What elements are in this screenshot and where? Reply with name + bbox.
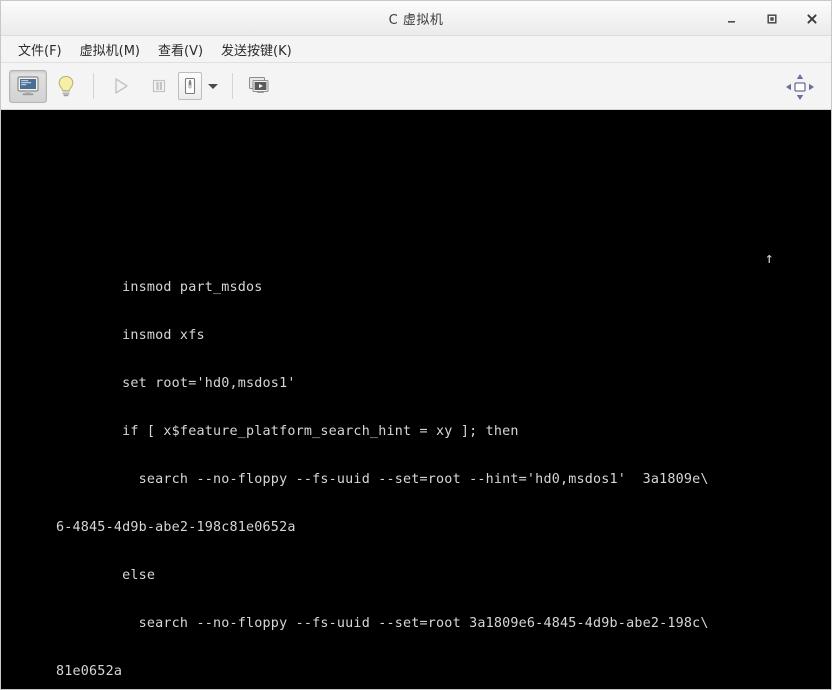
pause-icon	[152, 79, 166, 93]
details-view-button[interactable]	[47, 70, 85, 103]
grub-edit-screen: ↑ insmod part_msdos insmod xfs set root=…	[1, 110, 831, 689]
console-line: insmod xfs	[56, 328, 205, 343]
console-line: search --no-floppy --fs-uuid --set=root …	[56, 616, 709, 631]
lightbulb-icon	[58, 75, 74, 97]
page-title: C 虚拟机	[388, 12, 444, 28]
maximize-button[interactable]	[761, 8, 783, 30]
monitor-icon	[17, 76, 39, 96]
menu-virtual-machine[interactable]: 虚拟机(M)	[71, 37, 149, 62]
chevron-down-icon	[208, 84, 218, 89]
snapshots-button[interactable]	[241, 70, 279, 103]
toolbar-right-group	[781, 63, 819, 110]
console-line: 81e0652a	[56, 664, 123, 679]
toolbar	[1, 63, 831, 110]
console-view-button[interactable]	[9, 69, 47, 103]
console-line: 6-4845-4d9b-abe2-198c81e0652a	[56, 520, 296, 535]
fullscreen-button[interactable]	[781, 70, 819, 103]
menu-bar: 文件(F) 虚拟机(M) 查看(V) 发送按键(K)	[1, 36, 831, 63]
console-line: set root='hd0,msdos1'	[56, 376, 296, 391]
pause-button[interactable]	[140, 70, 178, 103]
console-line: search --no-floppy --fs-uuid --set=root …	[56, 472, 709, 487]
maximize-icon	[767, 13, 777, 24]
virt-manager-window: C 虚拟机 文件(F) 虚拟机(M) 查看(V) 发送按键(K) ↑ insmo…	[0, 0, 832, 690]
menu-send-key[interactable]: 发送按键(K)	[212, 37, 301, 62]
console-line: else	[56, 568, 156, 583]
scroll-up-indicator: ↑	[764, 249, 774, 267]
console-text: insmod part_msdos insmod xfs set root='h…	[56, 248, 709, 689]
menu-view[interactable]: 查看(V)	[149, 37, 212, 62]
fullscreen-arrows-icon	[786, 73, 814, 100]
minimize-icon	[728, 20, 735, 23]
menu-file[interactable]: 文件(F)	[9, 37, 71, 62]
shutdown-dropdown[interactable]	[202, 70, 224, 103]
title-bar[interactable]: C 虚拟机	[1, 1, 831, 36]
run-button[interactable]	[102, 70, 140, 103]
close-button[interactable]	[801, 8, 823, 30]
shutdown-button[interactable]	[178, 72, 202, 100]
console-line: insmod part_msdos	[56, 280, 263, 295]
window-controls	[721, 1, 823, 36]
close-icon	[807, 13, 817, 24]
toolbar-separator-2	[232, 73, 233, 99]
snapshots-icon	[249, 77, 269, 93]
console-line: if [ x$feature_platform_search_hint = xy…	[56, 424, 519, 439]
toolbar-separator-1	[93, 73, 94, 99]
play-icon	[115, 78, 128, 94]
vm-console-display[interactable]: ↑ insmod part_msdos insmod xfs set root=…	[1, 110, 831, 689]
power-icon	[184, 77, 196, 95]
minimize-button[interactable]	[721, 8, 743, 30]
